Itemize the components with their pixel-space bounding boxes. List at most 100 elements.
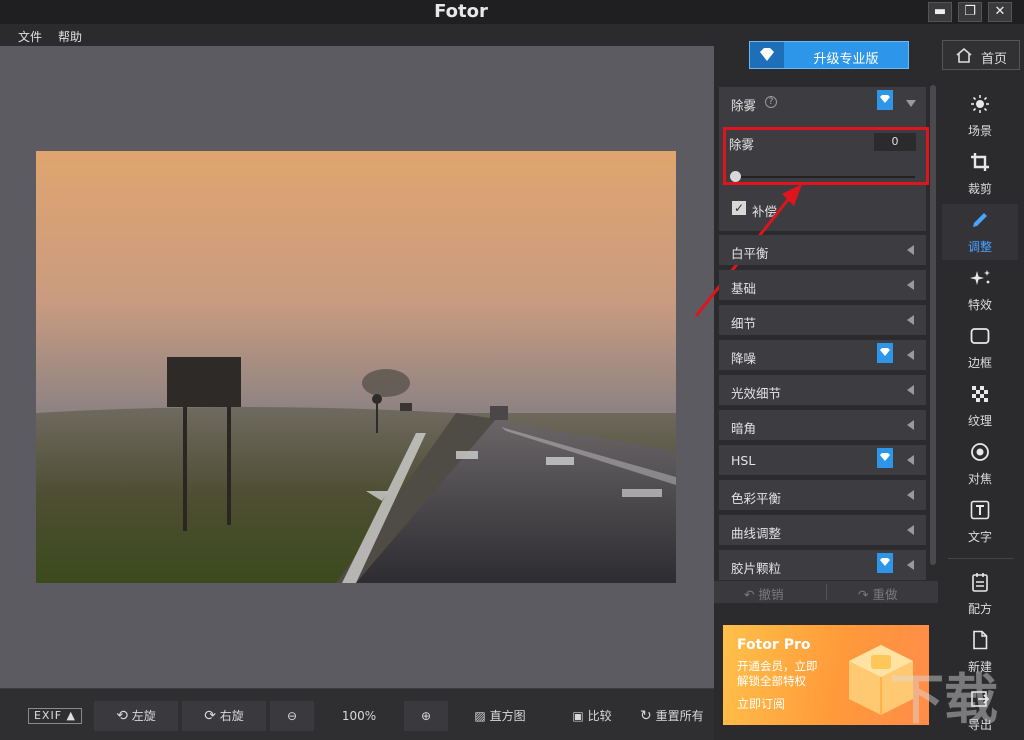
pro-diamond-icon <box>877 90 893 110</box>
pro-diamond-icon <box>877 343 893 363</box>
bottom-toolbar: EXIF ▲ ⟲ 左旋 ⟳ 右旋 ⊖ 100% ⊕ ▨ 直方图 ▣ 比较 ↻ 重… <box>0 688 714 740</box>
promo-text: 开通会员，立即 解锁全部特权 <box>737 659 837 689</box>
section-noise-reduction[interactable]: 降噪 <box>719 340 926 370</box>
tool-bar: 场景 裁剪 调整 特效 边框 纹理 对焦 文字 配方 新建 导出 <box>942 84 1024 740</box>
expand-arrow-icon <box>907 490 914 500</box>
tool-label: 纹理 <box>967 414 992 428</box>
minimize-button[interactable]: ▬ <box>928 2 952 22</box>
section-label: 降噪 <box>731 351 757 366</box>
expand-arrow-icon <box>907 350 914 360</box>
histogram-icon: ▨ <box>474 709 486 723</box>
expand-arrow-icon <box>907 315 914 325</box>
compare-icon: ▣ <box>572 709 584 723</box>
upgrade-pro-button[interactable]: 升级专业版 <box>749 41 909 69</box>
redo-button[interactable]: ↷ 重做 <box>858 584 897 603</box>
text-icon <box>970 500 990 520</box>
new-file-icon <box>973 630 988 650</box>
section-detail[interactable]: 细节 <box>719 305 926 335</box>
tool-divider <box>948 558 1014 559</box>
crop-icon <box>971 153 989 171</box>
title-bar: Fotor ▬ ❐ ✕ <box>0 0 1024 24</box>
promo-line-1: 开通会员，立即 <box>737 659 818 673</box>
frame-icon <box>970 328 990 344</box>
zoom-in-button[interactable]: ⊕ <box>404 701 448 731</box>
compare-button[interactable]: ▣ 比较 <box>562 701 622 731</box>
section-label: 基础 <box>731 281 757 296</box>
expand-arrow-icon <box>907 280 914 290</box>
tool-adjust[interactable]: 调整 <box>942 204 1018 260</box>
site-watermark: 下载 <box>890 668 998 731</box>
tool-label: 文字 <box>967 530 992 544</box>
divider <box>826 584 827 600</box>
rotate-right-button[interactable]: ⟳ 右旋 <box>182 701 266 731</box>
close-button[interactable]: ✕ <box>988 2 1012 22</box>
expand-arrow-icon <box>907 455 914 465</box>
rotate-left-icon: ⟲ <box>116 708 128 724</box>
texture-icon <box>972 386 988 402</box>
app-title: Fotor <box>434 1 488 22</box>
menu-help[interactable]: 帮助 <box>58 28 82 45</box>
sparkle-icon <box>970 270 990 285</box>
tool-texture[interactable]: 纹理 <box>942 378 1018 434</box>
section-label: 白平衡 <box>731 246 769 261</box>
tool-crop[interactable]: 裁剪 <box>942 146 1018 202</box>
tool-frame[interactable]: 边框 <box>942 320 1018 376</box>
section-curves[interactable]: 曲线调整 <box>719 515 926 545</box>
promo-line-2: 解锁全部特权 <box>737 674 806 688</box>
focus-icon <box>971 443 989 461</box>
section-light-detail[interactable]: 光效细节 <box>719 375 926 405</box>
section-label: HSL <box>731 453 756 468</box>
dehaze-section-header[interactable]: 除雾 ? <box>719 87 926 117</box>
section-hsl[interactable]: HSL <box>719 445 926 475</box>
zoom-out-icon: ⊖ <box>286 709 298 723</box>
foggy-road-photo[interactable] <box>36 151 676 583</box>
tool-text[interactable]: 文字 <box>942 494 1018 550</box>
image-canvas[interactable] <box>0 46 714 688</box>
maximize-button[interactable]: ❐ <box>958 2 982 22</box>
recipe-icon <box>972 573 988 592</box>
reset-all-label: 重置所有 <box>655 709 704 723</box>
section-white-balance[interactable]: 白平衡 <box>719 235 926 265</box>
rotate-right-label: 右旋 <box>219 709 244 723</box>
section-label: 光效细节 <box>731 386 782 401</box>
tool-recipe[interactable]: 配方 <box>942 566 1018 622</box>
tool-focus[interactable]: 对焦 <box>942 436 1018 492</box>
reset-all-button[interactable]: ↻ 重置所有 <box>640 701 714 731</box>
rotate-right-icon: ⟳ <box>204 708 216 724</box>
tool-label: 配方 <box>967 602 992 616</box>
menu-file[interactable]: 文件 <box>18 28 42 45</box>
promo-subscribe-link[interactable]: 立即订阅 <box>737 695 785 712</box>
zoom-out-button[interactable]: ⊖ <box>270 701 314 731</box>
undo-button[interactable]: ↶ 撤销 <box>744 584 783 603</box>
expand-arrow-icon <box>907 525 914 535</box>
section-film-grain[interactable]: 胶片颗粒 <box>719 550 926 580</box>
home-label: 首页 <box>981 52 1008 67</box>
home-icon <box>956 47 972 63</box>
tool-label: 边框 <box>967 356 992 370</box>
tool-scene[interactable]: 场景 <box>942 88 1018 144</box>
rotate-left-button[interactable]: ⟲ 左旋 <box>94 701 178 731</box>
section-label: 胶片颗粒 <box>731 561 782 576</box>
zoom-level: 100% <box>341 709 377 723</box>
menu-bar: 文件 帮助 <box>0 24 714 46</box>
expand-arrow-icon <box>907 560 914 570</box>
rotate-left-label: 左旋 <box>131 709 156 723</box>
tool-effects[interactable]: 特效 <box>942 262 1018 318</box>
histogram-button[interactable]: ▨ 直方图 <box>464 701 536 731</box>
collapse-arrow-icon[interactable] <box>906 100 916 107</box>
exif-button[interactable]: EXIF ▲ <box>28 708 82 724</box>
section-label: 色彩平衡 <box>731 491 782 506</box>
section-vignette[interactable]: 暗角 <box>719 410 926 440</box>
section-label: 曲线调整 <box>731 526 782 541</box>
expand-arrow-icon <box>907 385 914 395</box>
help-icon[interactable]: ? <box>765 96 777 108</box>
panel-scrollbar[interactable] <box>930 85 936 565</box>
section-color-balance[interactable]: 色彩平衡 <box>719 480 926 510</box>
history-bar: ↶ 撤销 ↷ 重做 <box>714 581 938 603</box>
expand-arrow-icon <box>907 420 914 430</box>
section-basic[interactable]: 基础 <box>719 270 926 300</box>
histogram-label: 直方图 <box>489 709 526 723</box>
section-label: 暗角 <box>731 421 757 436</box>
home-button[interactable]: 首页 <box>942 40 1020 70</box>
pro-diamond-icon <box>877 448 893 468</box>
